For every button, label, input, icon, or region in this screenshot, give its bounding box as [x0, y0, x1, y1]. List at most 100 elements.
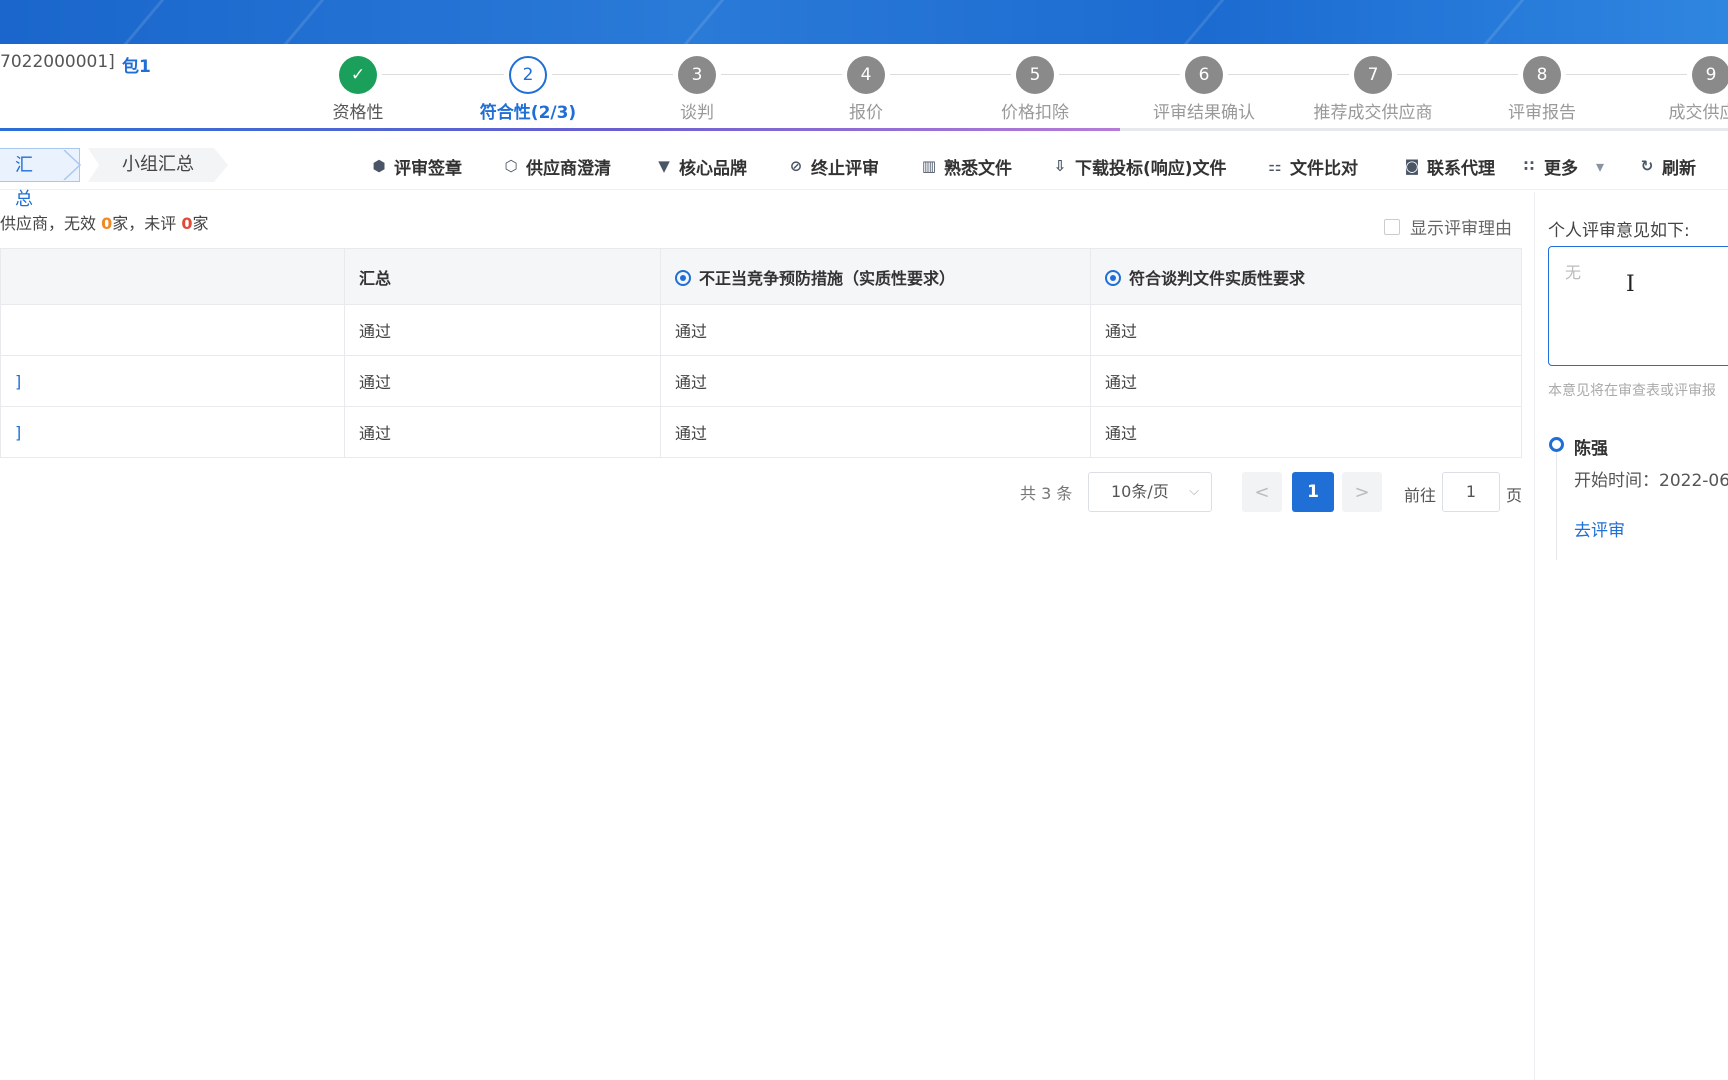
- step-7[interactable]: 7 推荐成交供应商: [1298, 56, 1448, 123]
- project-code: 7022000001]: [0, 52, 115, 72]
- step-9[interactable]: 9 成交供应商: [1636, 56, 1728, 123]
- timeline-dot-icon: [1549, 437, 1564, 452]
- grid-icon: ∷: [1523, 157, 1535, 175]
- summary-text: 供应商，无效 0家，未评 0家: [0, 210, 208, 234]
- toolbar-label: 更多: [1544, 158, 1578, 179]
- toolbar-label: 评审签章: [394, 158, 462, 179]
- prev-page-button[interactable]: <: [1242, 472, 1282, 512]
- grid-button[interactable]: ∷ 更多 ▾: [1520, 152, 1604, 180]
- compare-icon: ⚏: [1268, 157, 1282, 175]
- refresh-icon: ↻: [1640, 157, 1654, 175]
- col-criterion-1-header[interactable]: 不正当竞争预防措施（实质性要求）: [660, 248, 1091, 305]
- top-banner: [0, 0, 1728, 44]
- supplier-clarify-button[interactable]: ⬡ 供应商澄清: [502, 152, 611, 180]
- criterion-cell: 通过: [660, 406, 1091, 458]
- timeline-line: [1556, 448, 1557, 560]
- step-2[interactable]: 2 符合性(2/3): [453, 56, 603, 123]
- text-cursor-icon: I: [1626, 272, 1635, 297]
- col-supplier-header: [0, 248, 345, 305]
- step-label: 评审报告: [1508, 103, 1576, 123]
- pagination-total: 共 3 条: [1020, 484, 1073, 503]
- summary-cell: 通过: [344, 355, 661, 407]
- step-number: 9: [1692, 56, 1728, 94]
- summary-mid: 家，未评: [112, 214, 182, 233]
- step-number: 2: [509, 56, 547, 94]
- criterion-1-label: 不正当竞争预防措施（实质性要求）: [699, 268, 956, 288]
- current-page-button[interactable]: 1: [1292, 472, 1334, 512]
- step-6[interactable]: 6 评审结果确认: [1129, 56, 1279, 123]
- step-4[interactable]: 4 报价: [791, 56, 941, 123]
- page-unit-label: 页: [1506, 486, 1523, 505]
- stop-button[interactable]: ⊘ 终止评审: [787, 152, 879, 180]
- toolbar-label: 终止评审: [811, 158, 879, 179]
- supplier-cell[interactable]: ]: [0, 355, 345, 407]
- step-number: 6: [1185, 56, 1223, 94]
- opinion-placeholder: 无: [1565, 263, 1582, 282]
- seal-button[interactable]: ⬢ 评审签章: [370, 152, 462, 180]
- step-5[interactable]: 5 价格扣除: [960, 56, 1110, 123]
- step-label: 评审结果确认: [1153, 103, 1255, 123]
- step-number: 5: [1016, 56, 1054, 94]
- diamond-icon: ▼: [658, 157, 670, 175]
- criterion-cell: 通过: [660, 304, 1091, 356]
- summary-cell: 通过: [344, 304, 661, 356]
- toolbar-label: 刷新: [1662, 158, 1696, 179]
- step-1[interactable]: ✓ 资格性: [283, 56, 433, 123]
- criterion-2-label: 符合谈判文件实质性要求: [1129, 268, 1306, 288]
- supplier-clarify-icon: ⬡: [504, 157, 518, 175]
- supplier-cell[interactable]: [0, 304, 345, 356]
- goto-page-input[interactable]: 1: [1442, 472, 1500, 512]
- col-criterion-2-header[interactable]: 符合谈判文件实质性要求: [1090, 248, 1522, 305]
- supplier-cell[interactable]: ]: [0, 406, 345, 458]
- bookshelf-button[interactable]: ▥ 熟悉文件: [920, 152, 1012, 180]
- agent-icon: ◙: [1404, 157, 1420, 175]
- step-3[interactable]: 3 谈判: [622, 56, 772, 123]
- step-label: 资格性: [332, 103, 384, 123]
- diamond-button[interactable]: ▼ 核心品牌: [655, 152, 747, 180]
- step-label: 报价: [849, 103, 883, 123]
- refresh-button[interactable]: ↻ 刷新: [1638, 152, 1696, 180]
- toolbar-label: 熟悉文件: [944, 158, 1012, 179]
- bookshelf-icon: ▥: [921, 157, 937, 175]
- chevron-down-icon[interactable]: ▾: [1596, 157, 1604, 176]
- goto-label: 前往: [1404, 486, 1437, 505]
- stop-icon: ⊘: [789, 157, 803, 175]
- step-label: 推荐成交供应商: [1313, 103, 1433, 123]
- review-start-time: 开始时间：2022-06: [1574, 471, 1728, 491]
- show-reason-toggle[interactable]: 显示评审理由: [1384, 214, 1512, 239]
- agent-button[interactable]: ◙ 联系代理: [1403, 152, 1495, 180]
- table-row: ] 通过 通过 通过: [0, 406, 1522, 458]
- progress-fill: [0, 128, 1120, 131]
- criterion-cell: 通过: [1090, 355, 1522, 407]
- step-number: 3: [678, 56, 716, 94]
- download-button[interactable]: ⇩ 下载投标(响应)文件: [1051, 152, 1227, 180]
- invalid-count: 0: [101, 214, 113, 233]
- criterion-cell: 通过: [1090, 304, 1522, 356]
- review-table: 汇总 不正当竞争预防措施（实质性要求） 符合谈判文件实质性要求 通过 通过 通过…: [0, 248, 1522, 458]
- step-label: 谈判: [680, 103, 714, 123]
- toolbar-label: 下载投标(响应)文件: [1075, 158, 1227, 179]
- opinion-title: 个人评审意见如下:: [1548, 221, 1690, 241]
- go-review-link[interactable]: 去评审: [1574, 516, 1625, 541]
- step-label: 价格扣除: [1001, 103, 1069, 123]
- breadcrumb-group-summary[interactable]: 小组汇总: [88, 148, 228, 182]
- step-label: 成交供应商: [1668, 103, 1728, 123]
- step-8[interactable]: 8 评审报告: [1467, 56, 1617, 123]
- step-label: 符合性(2/3): [479, 103, 577, 123]
- table-row: 通过 通过 通过: [0, 304, 1522, 356]
- breadcrumb-arrow-icon: [63, 150, 82, 180]
- criterion-cell: 通过: [660, 355, 1091, 407]
- summary-cell: 通过: [344, 406, 661, 458]
- compare-button[interactable]: ⚏ 文件比对: [1266, 152, 1358, 180]
- toolbar-label: 供应商澄清: [526, 158, 611, 179]
- col-summary-header: 汇总: [344, 248, 661, 305]
- package-link[interactable]: 包1: [122, 52, 151, 77]
- show-reason-checkbox[interactable]: [1384, 218, 1400, 235]
- criterion-info-icon: [1105, 269, 1121, 286]
- next-page-button[interactable]: >: [1342, 472, 1382, 512]
- check-icon: ✓: [339, 56, 377, 94]
- chevron-down-icon: ⌵: [1189, 484, 1199, 499]
- step-number: 8: [1523, 56, 1561, 94]
- page-size-select[interactable]: 10条/页 ⌵: [1088, 472, 1212, 512]
- opinion-textarea[interactable]: 无: [1548, 246, 1728, 366]
